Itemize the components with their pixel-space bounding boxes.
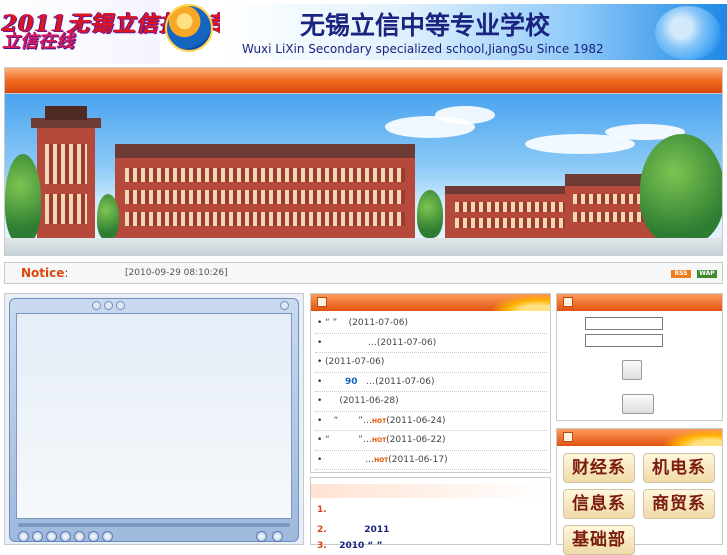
departments-panel-header bbox=[557, 429, 722, 446]
media-player bbox=[9, 298, 299, 542]
previous-icon[interactable] bbox=[46, 531, 57, 542]
wap-badge[interactable]: WAP bbox=[697, 270, 717, 278]
rewind-icon[interactable] bbox=[74, 531, 85, 542]
login-panel bbox=[556, 293, 723, 421]
notice-title-colon: : bbox=[64, 266, 69, 280]
notice-list-item[interactable]: 2. 2011 bbox=[317, 525, 389, 535]
news-item[interactable]: “ ”…HOT(2011-06-22) bbox=[315, 431, 547, 451]
news-prefix: “ bbox=[325, 435, 330, 445]
departments-panel: 财经系 机电系 信息系 商贸系 基础部 bbox=[556, 428, 723, 555]
news-ellipsis: ”… bbox=[358, 415, 372, 426]
menu-icon[interactable] bbox=[272, 531, 283, 542]
player-controls bbox=[18, 531, 288, 543]
news-panel-header bbox=[311, 294, 550, 311]
flame-decoration bbox=[662, 429, 722, 446]
news-panel: “ ” (2011-07-06) …(2011-07-06) (2011-07-… bbox=[310, 293, 551, 473]
seek-bar[interactable] bbox=[18, 523, 290, 527]
password-input[interactable] bbox=[585, 334, 663, 347]
notice-list-panel: 1. 2. 2011 3. 2010 “ ” bbox=[310, 477, 551, 551]
login-panel-header bbox=[557, 294, 722, 311]
hot-badge: HOT bbox=[371, 437, 387, 444]
login-button[interactable] bbox=[622, 360, 642, 380]
notice-bar: Notice: [2010-09-29 08:10:26] RSS WAP bbox=[4, 262, 723, 284]
news-date: (2011-07-06) bbox=[325, 357, 385, 367]
news-list: “ ” (2011-07-06) …(2011-07-06) (2011-07-… bbox=[315, 314, 547, 470]
hot-badge: HOT bbox=[374, 456, 389, 464]
news-date: (2011-07-06) bbox=[376, 337, 437, 348]
register-button[interactable] bbox=[622, 394, 654, 414]
header-slogan-secondary: 立信在线 bbox=[2, 31, 74, 52]
school-name-english: Wuxi LiXin Secondary specialized school,… bbox=[242, 42, 604, 56]
ground bbox=[5, 238, 722, 256]
school-logo bbox=[165, 4, 213, 52]
news-ellipsis: … bbox=[367, 337, 377, 348]
notice-list-item[interactable]: 1. bbox=[317, 505, 327, 515]
video-screen[interactable] bbox=[16, 313, 292, 519]
notice-title-text: Notice bbox=[21, 266, 65, 280]
news-prefix: “ ” bbox=[325, 318, 338, 328]
forward-icon[interactable] bbox=[88, 531, 99, 542]
news-prefix: “ bbox=[333, 415, 339, 426]
news-item[interactable]: (2011-07-06) bbox=[315, 353, 547, 373]
notice-number: 1. bbox=[317, 505, 327, 515]
news-item[interactable]: …HOT(2011-06-17) bbox=[315, 451, 547, 470]
notice-number: 2. bbox=[317, 525, 327, 535]
news-item[interactable]: …(2011-07-06) bbox=[315, 334, 547, 353]
news-item[interactable]: “ ” (2011-07-06) bbox=[315, 314, 547, 334]
site-header: 2011无锡立信拾虹专程 立信在线 无锡立信中等专业学校 Wuxi LiXin … bbox=[0, 0, 727, 64]
news-ellipsis: … bbox=[365, 454, 375, 465]
notice-timestamp[interactable]: [2010-09-29 08:10:26] bbox=[125, 268, 228, 278]
player-vis-icon[interactable] bbox=[116, 301, 125, 310]
news-date: (2011-06-17) bbox=[388, 454, 448, 465]
notice-number: 3. bbox=[317, 541, 327, 551]
notice-list-header bbox=[311, 484, 547, 498]
notice-text: 2010 “ ” bbox=[339, 541, 383, 551]
news-item[interactable]: (2011-06-28) bbox=[315, 392, 547, 412]
fullscreen-icon[interactable] bbox=[256, 531, 267, 542]
news-ellipsis: … bbox=[366, 376, 376, 387]
flame-decoration bbox=[490, 294, 550, 311]
login-header-icon bbox=[563, 297, 573, 307]
main-nav-bar[interactable] bbox=[4, 67, 723, 94]
news-date: (2011-06-24) bbox=[386, 415, 446, 426]
hot-badge: HOT bbox=[371, 417, 387, 425]
news-ellipsis: ”… bbox=[358, 435, 372, 445]
school-name: 无锡立信中等专业学校 bbox=[300, 11, 551, 40]
notice-list-item[interactable]: 3. 2010 “ ” bbox=[317, 541, 382, 551]
next-icon[interactable] bbox=[60, 531, 71, 542]
notice-text: 2011 bbox=[364, 525, 390, 535]
dept-commerce-button[interactable]: 商贸系 bbox=[643, 489, 715, 519]
news-date: (2011-06-22) bbox=[386, 435, 446, 445]
dept-information-button[interactable]: 信息系 bbox=[563, 489, 635, 519]
player-mode-icon[interactable] bbox=[92, 301, 101, 310]
news-item[interactable]: 90 …(2011-07-06) bbox=[315, 373, 547, 392]
news-item[interactable]: “ ”…HOT(2011-06-24) bbox=[315, 412, 547, 431]
news-date: (2011-07-06) bbox=[348, 318, 408, 328]
dept-foundation-button[interactable]: 基础部 bbox=[563, 525, 635, 555]
campus-banner-photo bbox=[4, 94, 723, 256]
departments-header-icon bbox=[563, 432, 573, 442]
dept-finance-button[interactable]: 财经系 bbox=[563, 453, 635, 483]
rss-badge[interactable]: RSS bbox=[671, 270, 691, 278]
play-icon[interactable] bbox=[18, 531, 29, 542]
news-header-icon bbox=[317, 297, 327, 307]
player-titlebar bbox=[80, 301, 290, 313]
media-player-panel bbox=[4, 293, 304, 545]
username-input[interactable] bbox=[585, 317, 663, 330]
news-date: (2011-06-28) bbox=[339, 396, 399, 406]
player-eq-icon[interactable] bbox=[104, 301, 113, 310]
notice-title: Notice: bbox=[21, 266, 68, 280]
player-close-icon[interactable] bbox=[280, 301, 289, 310]
news-date: (2011-07-06) bbox=[375, 376, 435, 387]
globe-graphic bbox=[655, 6, 721, 60]
news-prefix: 90 bbox=[345, 376, 358, 387]
dept-mechatronics-button[interactable]: 机电系 bbox=[643, 453, 715, 483]
mute-icon[interactable] bbox=[102, 531, 113, 542]
stop-icon[interactable] bbox=[32, 531, 43, 542]
